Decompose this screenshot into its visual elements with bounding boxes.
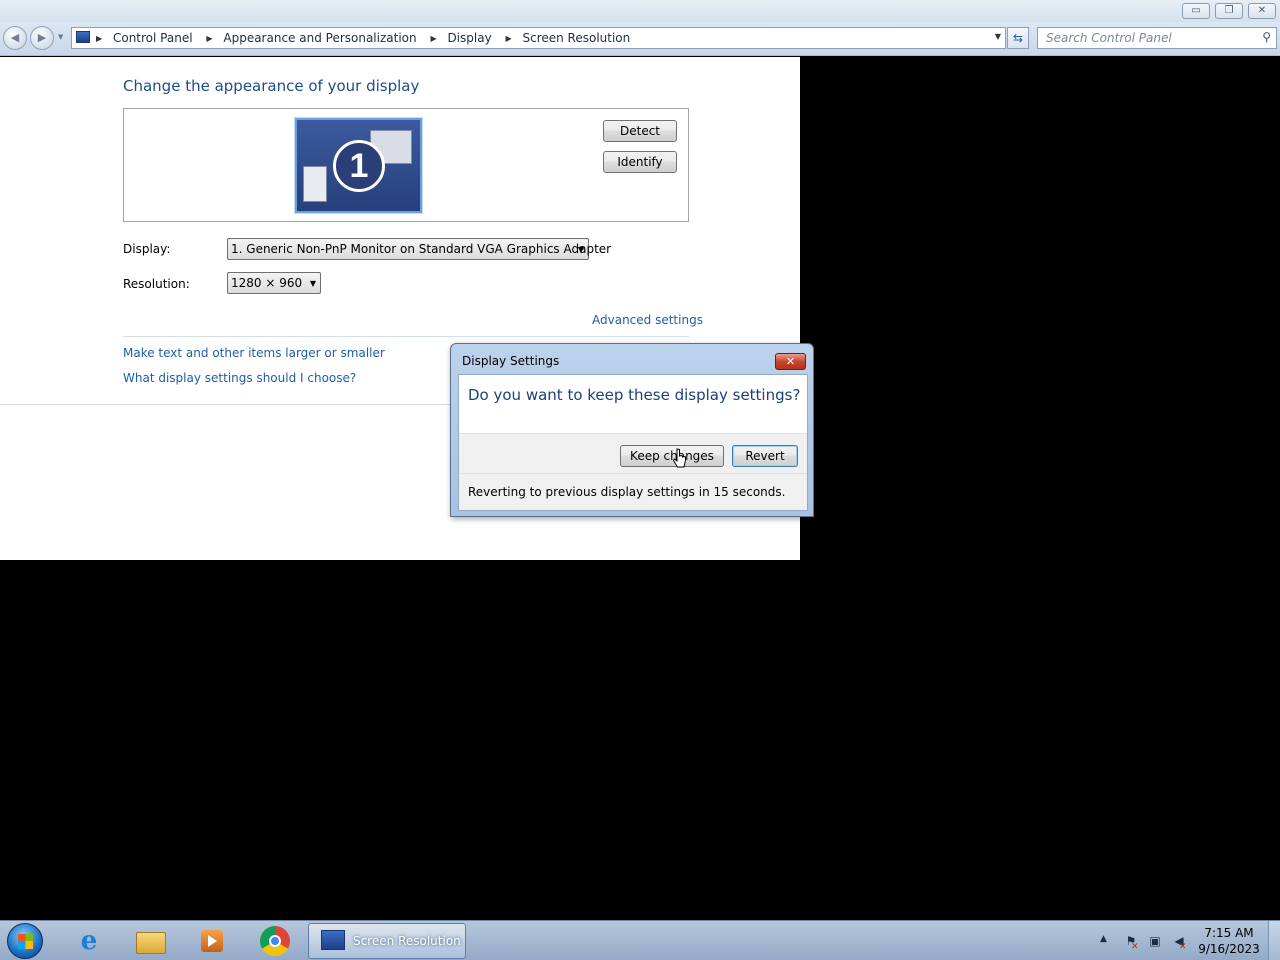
clock-time: 7:15 AM: [1204, 926, 1254, 940]
control-panel-icon: [76, 31, 90, 43]
advanced-settings-link[interactable]: Advanced settings: [592, 313, 703, 327]
resolution-select-value: 1280 × 960: [231, 276, 303, 290]
breadcrumb: ▶ Control Panel ▶ Appearance and Persona…: [96, 31, 630, 45]
show-hidden-icons-icon[interactable]: ▲: [1100, 934, 1107, 944]
system-clock[interactable]: 7:15 AM 9/16/2023: [1196, 925, 1262, 957]
divider: [123, 336, 689, 337]
close-icon[interactable]: ✕: [775, 353, 806, 370]
windows-logo-icon: [18, 934, 33, 949]
display-settings-dialog: Display Settings ✕ Do you want to keep t…: [450, 343, 814, 517]
muted-badge-icon: ✕: [1179, 942, 1187, 952]
breadcrumb-arrow-icon[interactable]: ▶: [96, 34, 102, 43]
address-bar[interactable]: ▶ Control Panel ▶ Appearance and Persona…: [71, 27, 1006, 49]
display-help-link[interactable]: What display settings should I choose?: [123, 371, 356, 385]
forward-button[interactable]: ▶: [30, 26, 54, 50]
dialog-title: Display Settings: [462, 354, 560, 368]
chrome-core: [269, 935, 281, 947]
resolution-label: Resolution:: [123, 277, 190, 291]
address-dropdown-icon[interactable]: ▼: [995, 32, 1001, 41]
breadcrumb-arrow-icon[interactable]: ▶: [430, 34, 436, 43]
detect-button[interactable]: Detect: [603, 120, 677, 142]
screen-resolution-icon: [321, 930, 345, 950]
monitor-window-graphic: [303, 166, 327, 202]
breadcrumb-arrow-icon[interactable]: ▶: [206, 34, 212, 43]
keep-changes-button[interactable]: Keep changes: [620, 445, 724, 467]
error-badge-icon: ✕: [1131, 942, 1139, 952]
refresh-icon[interactable]: ⇆: [1007, 27, 1029, 49]
restore-icon[interactable]: ❐: [1215, 3, 1243, 19]
window-titlebar: ▭ ❐ ✕: [0, 0, 1280, 22]
search-input[interactable]: Search Control Panel ⚲: [1037, 27, 1277, 49]
taskbar-item-screen-resolution[interactable]: Screen Resolution: [308, 923, 466, 959]
search-icon[interactable]: ⚲: [1262, 30, 1271, 44]
mouse-cursor-icon: [673, 448, 686, 468]
breadcrumb-control-panel[interactable]: Control Panel: [113, 31, 193, 45]
dialog-body: Do you want to keep these display settin…: [458, 374, 808, 511]
breadcrumb-display[interactable]: Display: [447, 31, 491, 45]
chrome-icon[interactable]: [258, 926, 290, 956]
monitor-number: 1: [333, 140, 385, 192]
clock-date: 9/16/2023: [1198, 942, 1260, 956]
display-select[interactable]: 1. Generic Non-PnP Monitor on Standard V…: [227, 238, 611, 260]
resolution-select[interactable]: 1280 × 960 ▼: [227, 272, 321, 294]
play-icon: [208, 935, 217, 947]
chevron-down-icon: ▼: [309, 279, 316, 288]
breadcrumb-screen-resolution[interactable]: Screen Resolution: [522, 31, 630, 45]
revert-button[interactable]: Revert: [732, 445, 798, 467]
search-placeholder: Search Control Panel: [1046, 31, 1172, 45]
start-button[interactable]: [7, 923, 43, 959]
dialog-footer: Reverting to previous display settings i…: [459, 473, 807, 510]
breadcrumb-appearance[interactable]: Appearance and Personalization: [223, 31, 416, 45]
page-title: Change the appearance of your display: [123, 77, 420, 95]
identify-button[interactable]: Identify: [603, 151, 677, 173]
file-explorer-icon[interactable]: [134, 926, 166, 956]
dialog-question: Do you want to keep these display settin…: [468, 386, 801, 404]
show-desktop-button[interactable]: [1268, 921, 1280, 960]
internet-explorer-icon[interactable]: e: [73, 926, 105, 956]
display-select-value: 1. Generic Non-PnP Monitor on Standard V…: [231, 242, 612, 256]
display-label: Display:: [123, 242, 171, 256]
revert-countdown-text: Reverting to previous display settings i…: [468, 485, 786, 499]
network-icon[interactable]: ▣: [1147, 933, 1163, 949]
folder-icon: [136, 932, 166, 954]
chevron-down-icon: ▼: [577, 245, 584, 254]
monitor-arrangement-box: 1 Detect Identify: [123, 108, 689, 222]
text-size-link[interactable]: Make text and other items larger or smal…: [123, 346, 385, 360]
breadcrumb-arrow-icon[interactable]: ▶: [506, 34, 512, 43]
close-icon[interactable]: ✕: [1248, 3, 1276, 19]
minimize-icon[interactable]: ▭: [1182, 3, 1210, 19]
taskbar-item-label: Screen Resolution: [353, 934, 461, 948]
navigation-bar: ◀ ▶ ▼ ▶ Control Panel ▶ Appearance and P…: [0, 22, 1280, 56]
taskbar: e Screen Resolution ▲ ⚑ ✕ ▣ ◀ ✕ 7:15 AM 9/…: [0, 920, 1280, 960]
recent-pages-chevron-icon[interactable]: ▼: [58, 33, 63, 41]
action-center-flag-icon[interactable]: ⚑ ✕: [1123, 933, 1139, 952]
media-player-icon[interactable]: [196, 926, 228, 956]
volume-muted-icon[interactable]: ◀ ✕: [1171, 933, 1187, 952]
monitor-1-thumbnail[interactable]: 1: [295, 118, 422, 213]
back-button[interactable]: ◀: [3, 26, 27, 50]
